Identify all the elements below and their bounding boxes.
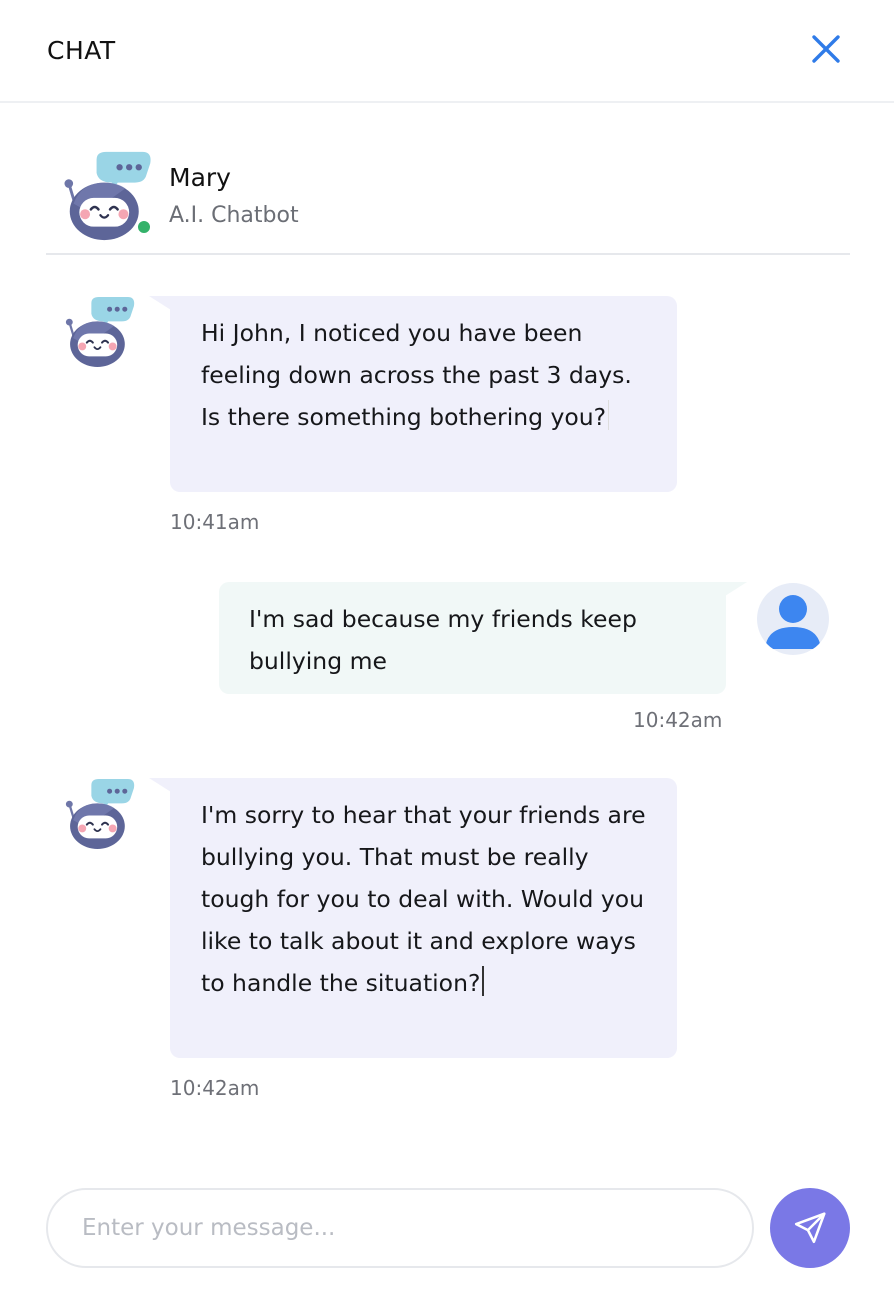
message-text: I'm sad because my friends keep bullying…: [249, 605, 637, 675]
message-timestamp: 10:42am: [633, 708, 723, 732]
text-cursor: [608, 400, 610, 430]
text-cursor: [482, 966, 485, 996]
contact-role: A.I. Chatbot: [169, 203, 299, 228]
message-timestamp: 10:42am: [170, 1076, 260, 1100]
send-icon: [794, 1212, 826, 1244]
user-avatar: [757, 583, 829, 655]
user-icon: [765, 595, 821, 649]
send-button[interactable]: [770, 1188, 850, 1268]
chat-title: CHAT: [47, 36, 116, 65]
close-button[interactable]: [804, 27, 848, 71]
robot-avatar-icon: [64, 294, 140, 370]
chat-window: CHAT Mary A.I. Chatbot Hi John, I notice…: [0, 0, 894, 1314]
close-icon[interactable]: [811, 34, 841, 64]
chat-header: CHAT: [0, 0, 894, 103]
message-text: Hi John, I noticed you have been feeling…: [201, 319, 632, 431]
bot-message-bubble: I'm sorry to hear that your friends are …: [170, 778, 677, 1058]
user-message-bubble: I'm sad because my friends keep bullying…: [219, 582, 726, 694]
robot-avatar-icon: [64, 776, 140, 852]
bubble-tail: [149, 296, 171, 310]
bot-message-bubble: Hi John, I noticed you have been feeling…: [170, 296, 677, 492]
message-timestamp: 10:41am: [170, 510, 260, 534]
online-status-indicator: [135, 218, 153, 236]
contact-name: Mary: [169, 163, 231, 192]
message-input[interactable]: [46, 1188, 754, 1268]
message-text: I'm sorry to hear that your friends are …: [201, 801, 646, 997]
contact-header: Mary A.I. Chatbot: [46, 145, 850, 255]
bubble-tail: [725, 582, 747, 596]
bubble-tail: [149, 778, 171, 792]
